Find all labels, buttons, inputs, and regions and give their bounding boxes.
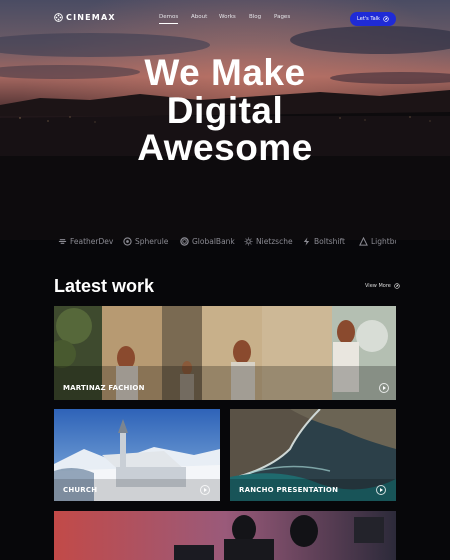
- partner-logo-nietzsche: Nietzsche: [244, 237, 293, 246]
- work-card-title: RANCHO PRESENTATION: [239, 486, 339, 494]
- play-icon[interactable]: [376, 485, 386, 495]
- view-more-label: View More: [365, 283, 391, 289]
- brand-logo[interactable]: CINEMAX: [54, 13, 116, 22]
- hero-headline-line-2: Digital: [166, 90, 284, 131]
- lets-talk-label: Let's Talk: [357, 16, 380, 22]
- arrow-circle-icon: [394, 283, 400, 289]
- brand-name: CINEMAX: [66, 13, 116, 22]
- partner-logo-globalbank: GlobalBank: [180, 237, 235, 246]
- view-more-link[interactable]: View More: [365, 283, 400, 289]
- hero-section: CINEMAX Demos About Works Blog Pages Let…: [0, 0, 450, 240]
- feather-icon: [58, 239, 67, 244]
- work-card-martinaz-fachion[interactable]: MARTINAZ FACHION: [54, 306, 396, 400]
- partner-name: Lightbo: [371, 237, 396, 246]
- partner-logos-strip: FeatherDev Spherule GlobalBank Nietzsche…: [58, 234, 396, 250]
- partner-name: FeatherDev: [70, 237, 114, 246]
- light-icon: [359, 237, 368, 246]
- partner-logo-featherdev: FeatherDev: [58, 237, 113, 246]
- work-card-studio[interactable]: [54, 511, 396, 560]
- arrow-circle-icon: [383, 16, 389, 22]
- nav-item-pages[interactable]: Pages: [274, 14, 290, 20]
- nav-item-blog[interactable]: Blog: [249, 14, 261, 20]
- globe-icon: [180, 237, 189, 246]
- work-card-church[interactable]: CHURCH: [54, 409, 220, 501]
- work-card-title: CHURCH: [63, 486, 98, 494]
- play-icon[interactable]: [379, 383, 389, 393]
- section-title: Latest work: [54, 276, 155, 296]
- partner-name: Boltshift: [314, 237, 345, 246]
- top-nav: CINEMAX Demos About Works Blog Pages Let…: [0, 0, 450, 38]
- film-reel-icon: [54, 13, 63, 22]
- partner-logo-boltshift: Boltshift: [302, 237, 345, 246]
- partner-logo-spherule: Spherule: [123, 237, 168, 246]
- lets-talk-button[interactable]: Let's Talk: [350, 12, 396, 26]
- nav-item-demos[interactable]: Demos: [159, 14, 179, 24]
- partner-name: GlobalBank: [192, 237, 235, 246]
- work-card-rancho-presentation[interactable]: RANCHO PRESENTATION: [230, 409, 396, 501]
- sphere-icon: [123, 237, 132, 246]
- hero-headline-line-3: Awesome: [137, 127, 313, 168]
- sun-icon: [244, 237, 253, 246]
- bolt-icon: [303, 237, 310, 246]
- play-icon[interactable]: [200, 485, 210, 495]
- partner-logo-lightbox: Lightbo: [359, 237, 396, 246]
- nav-item-about[interactable]: About: [191, 14, 207, 20]
- nav-item-works[interactable]: Works: [219, 14, 236, 20]
- work-thumbnail-studio: [54, 511, 396, 560]
- work-card-title: MARTINAZ FACHION: [63, 384, 145, 392]
- partner-name: Spherule: [135, 237, 169, 246]
- partner-name: Nietzsche: [256, 237, 293, 246]
- hero-headline-line-1: We Make: [144, 52, 306, 93]
